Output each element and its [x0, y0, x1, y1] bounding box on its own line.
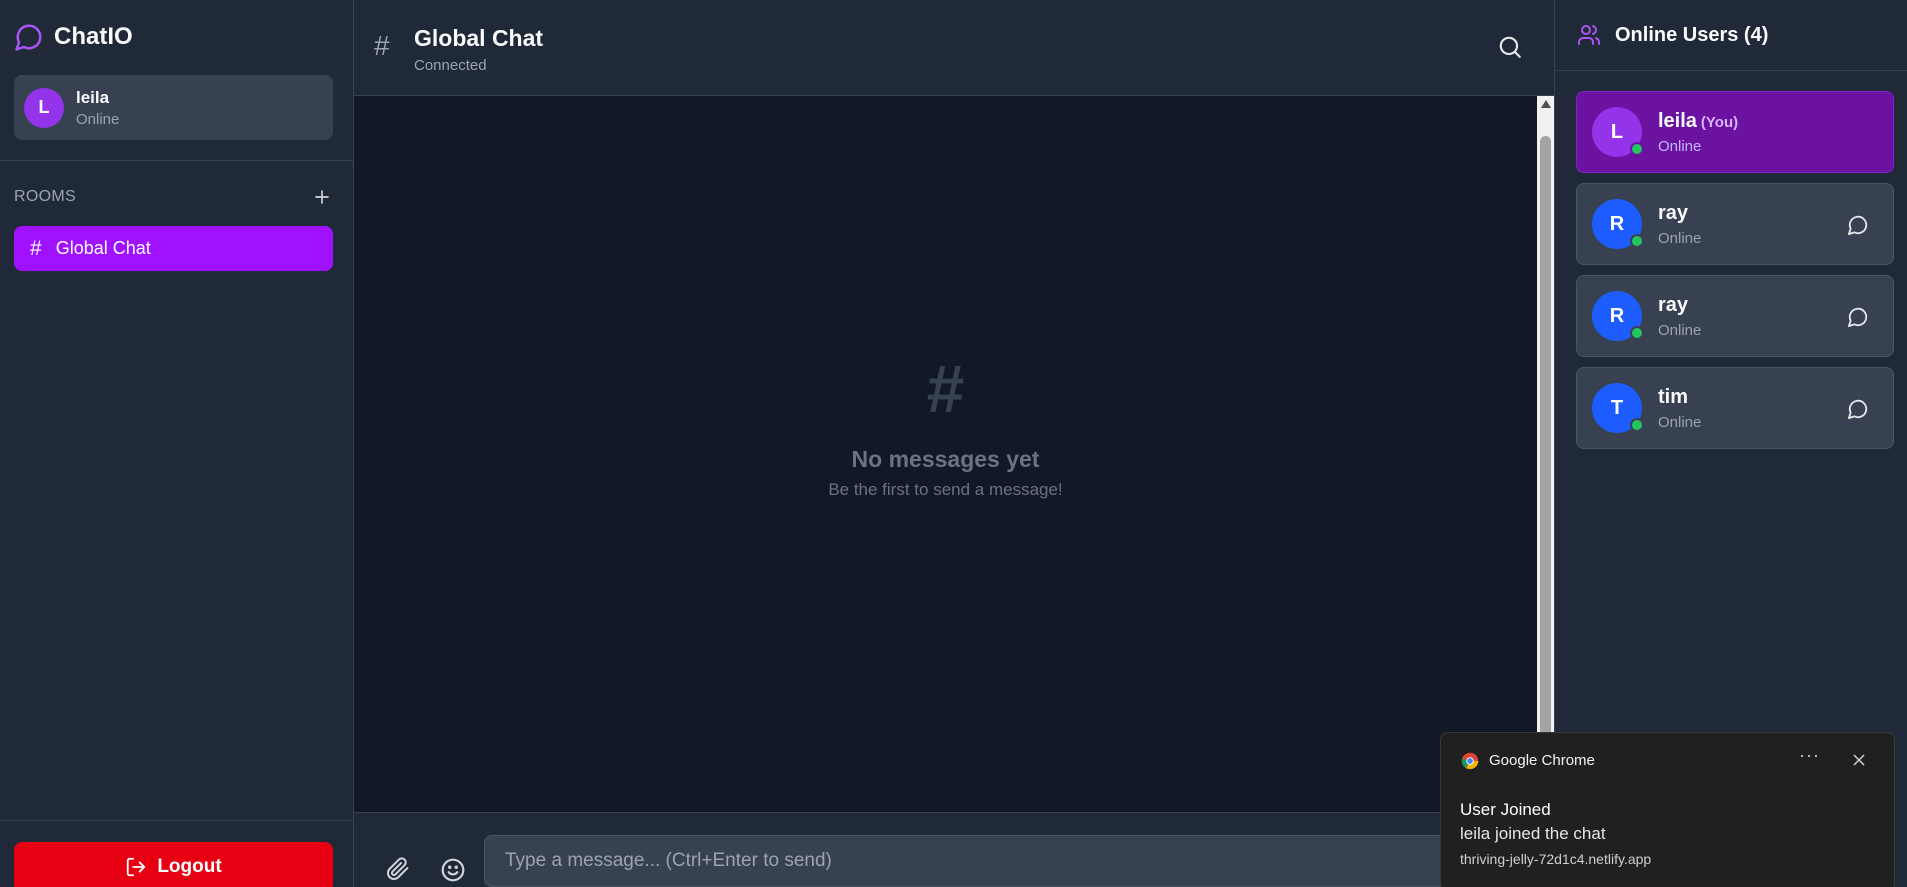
notification-origin: thriving-jelly-72d1c4.netlify.app	[1460, 851, 1652, 867]
hash-icon: #	[30, 236, 42, 260]
chrome-icon	[1461, 752, 1479, 770]
current-user-info: leila Online	[76, 88, 119, 128]
user-info: ray Online	[1658, 294, 1701, 339]
online-users-header: Online Users (4)	[1555, 0, 1907, 71]
direct-message-button[interactable]	[1847, 214, 1871, 238]
browser-notification[interactable]: Google Chrome ··· User Joined leila join…	[1440, 732, 1895, 887]
room-label: Global Chat	[55, 238, 151, 258]
logout-label: Logout	[157, 856, 222, 877]
avatar-initial: L	[38, 97, 50, 117]
user-name: ray	[1658, 201, 1689, 224]
emoji-button[interactable]	[440, 857, 466, 883]
message-circle-icon	[1847, 399, 1868, 420]
user-name: leila	[1658, 109, 1697, 132]
hash-icon: #	[374, 30, 390, 61]
smiley-icon	[441, 858, 465, 882]
direct-message-button[interactable]	[1847, 398, 1871, 422]
notification-body: leila joined the chat	[1460, 824, 1606, 843]
you-tag: (You)	[1700, 113, 1739, 131]
online-indicator	[1630, 326, 1644, 340]
messages-area: # No messages yet Be the first to send a…	[354, 96, 1537, 812]
user-info: tim Online	[1658, 386, 1701, 431]
divider	[0, 160, 354, 161]
online-indicator	[1630, 234, 1644, 248]
empty-state-title: No messages yet	[851, 446, 1040, 472]
direct-message-button[interactable]	[1847, 306, 1871, 330]
notification-close-button[interactable]	[1851, 752, 1867, 768]
message-circle-icon	[1847, 215, 1868, 236]
avatar: R	[1592, 291, 1644, 341]
current-user-status: Online	[76, 110, 120, 128]
logout-icon	[127, 857, 146, 877]
close-icon	[1853, 754, 1865, 766]
avatar: L	[24, 87, 64, 128]
user-name: ray	[1658, 293, 1689, 316]
current-user-card: L leila Online	[14, 75, 333, 140]
message-composer	[354, 812, 1554, 887]
notification-app-name: Google Chrome	[1489, 752, 1595, 769]
user-status: Online	[1658, 229, 1702, 247]
empty-state-hash-icon: #	[926, 351, 965, 427]
user-status: Online	[1658, 321, 1702, 339]
notification-title: User Joined	[1460, 800, 1551, 819]
rooms-header: ROOMS	[14, 186, 333, 208]
user-status: Online	[1658, 137, 1702, 155]
room-item-global-chat[interactable]: # Global Chat	[14, 226, 333, 271]
user-status: Online	[1658, 413, 1702, 431]
current-user-name: leila	[76, 87, 110, 107]
user-name: tim	[1658, 385, 1688, 408]
paperclip-icon	[387, 857, 409, 880]
room-title: Global Chat	[414, 25, 544, 51]
avatar-initial: T	[1610, 396, 1624, 419]
users-icon	[1578, 25, 1600, 45]
brand-name: ChatIO	[54, 23, 133, 50]
avatar-initial: R	[1609, 212, 1625, 235]
online-user-card-self[interactable]: L leila (You) Online	[1576, 91, 1894, 173]
plus-icon	[315, 190, 329, 204]
online-user-card[interactable]: T tim Online	[1576, 367, 1894, 449]
avatar-initial: R	[1609, 304, 1625, 327]
online-user-card[interactable]: R ray Online	[1576, 275, 1894, 357]
search-button[interactable]	[1497, 34, 1523, 60]
left-sidebar: ChatIO L leila Online ROOMS # Global Cha…	[0, 0, 354, 887]
connection-status: Connected	[414, 57, 487, 74]
message-input[interactable]	[484, 835, 1544, 887]
avatar: R	[1592, 199, 1644, 249]
avatar: L	[1592, 107, 1644, 157]
scroll-up-arrow-icon[interactable]	[1541, 100, 1551, 108]
online-indicator	[1630, 142, 1644, 156]
empty-state-subtitle: Be the first to send a message!	[828, 480, 1063, 499]
attach-button[interactable]	[386, 857, 412, 883]
divider	[0, 820, 354, 821]
online-indicator	[1630, 418, 1644, 432]
messages-scrollbar[interactable]	[1537, 96, 1554, 812]
add-room-button[interactable]	[311, 186, 333, 208]
rooms-heading: ROOMS	[14, 188, 76, 205]
avatar: T	[1592, 383, 1644, 433]
search-icon	[1499, 36, 1521, 58]
logout-button[interactable]: Logout	[14, 842, 333, 887]
online-users-title: Online Users (4)	[1615, 23, 1769, 46]
user-info: ray Online	[1658, 202, 1701, 247]
chat-header: # Global Chat Connected	[354, 0, 1554, 96]
brand: ChatIO	[14, 22, 133, 52]
user-info: leila (You) Online	[1658, 110, 1738, 155]
notification-more-button[interactable]: ···	[1799, 745, 1820, 766]
chat-bubble-icon	[15, 24, 42, 51]
scroll-thumb[interactable]	[1540, 136, 1551, 812]
avatar-initial: L	[1610, 120, 1624, 143]
message-circle-icon	[1847, 307, 1868, 328]
online-user-card[interactable]: R ray Online	[1576, 183, 1894, 265]
